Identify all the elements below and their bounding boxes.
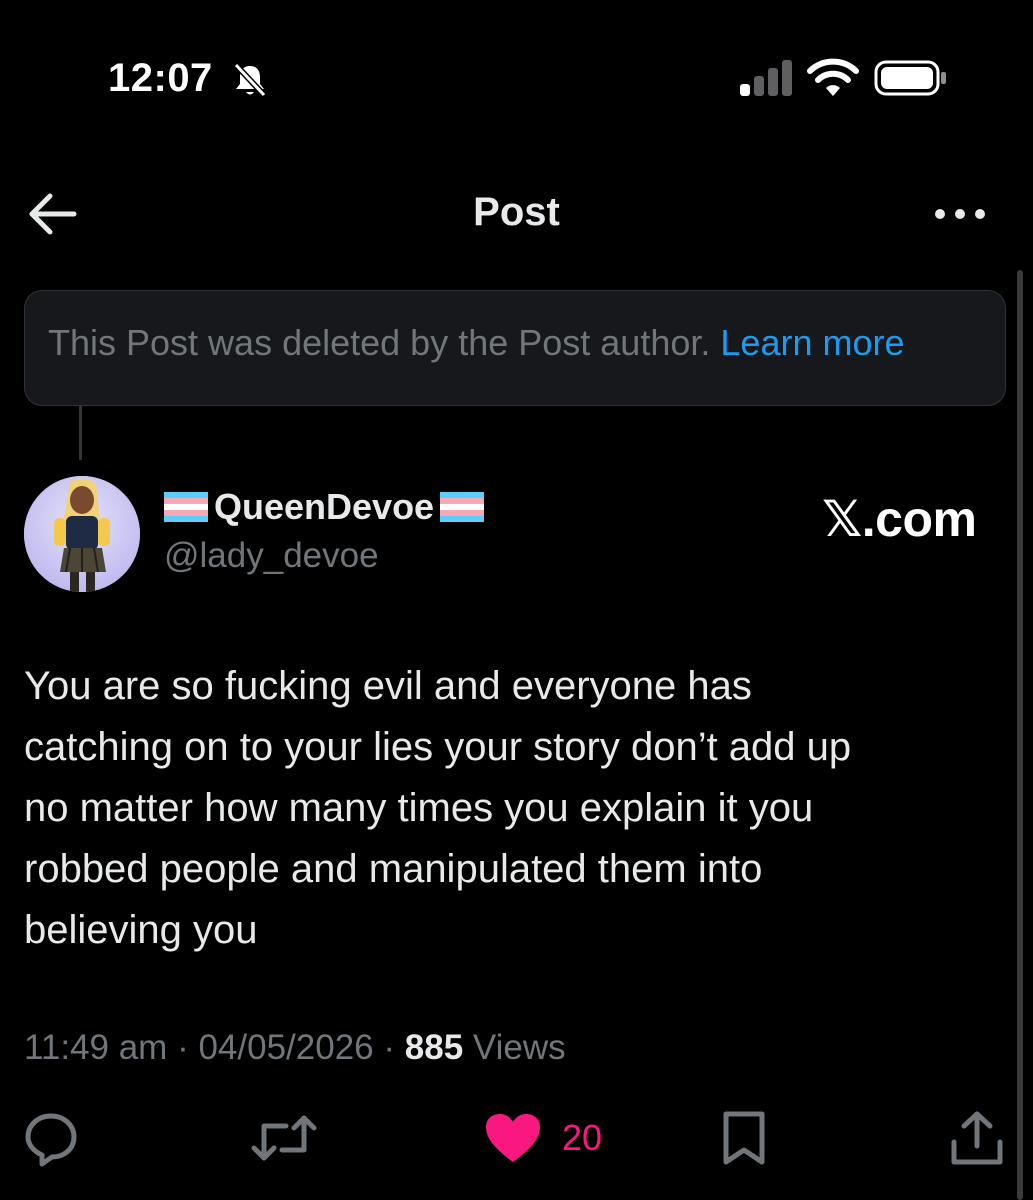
wifi-icon xyxy=(807,58,859,96)
deleted-notice-message: This Post was deleted by the Post author… xyxy=(48,322,711,363)
avatar[interactable] xyxy=(24,476,140,592)
views-count[interactable]: 885 xyxy=(405,1028,463,1067)
post-date[interactable]: 04/05/2026 xyxy=(198,1028,373,1067)
learn-more-link[interactable]: Learn more xyxy=(720,322,904,363)
page-title: Post xyxy=(473,190,560,234)
thread-connector-line xyxy=(79,406,82,460)
reply-icon[interactable] xyxy=(22,1108,80,1168)
bell-slash-icon xyxy=(233,62,267,98)
transgender-flag-icon xyxy=(440,492,485,522)
repost-icon[interactable] xyxy=(250,1108,318,1168)
transgender-flag-icon xyxy=(164,492,208,522)
post-text: You are so fucking evil and everyone has… xyxy=(24,656,1004,961)
post-time[interactable]: 11:49 am xyxy=(24,1028,167,1067)
meta-separator: · xyxy=(383,1028,396,1067)
post-text-line: no matter how many times you explain it … xyxy=(24,786,814,830)
heart-filled-icon xyxy=(486,1114,540,1162)
post-meta: 11:49 am · 04/05/2026 · 885 Views xyxy=(24,1028,566,1068)
share-icon[interactable] xyxy=(948,1108,1006,1168)
status-time: 12:07 xyxy=(108,56,213,100)
author-name-text: QueenDevoe xyxy=(214,486,435,527)
x-com-watermark: 𝕏.com xyxy=(822,491,977,547)
ellipsis-icon[interactable] xyxy=(928,196,992,232)
views-label: Views xyxy=(472,1028,566,1067)
post-text-line: You are so fucking evil and everyone has xyxy=(24,664,752,708)
like-count: 20 xyxy=(562,1117,603,1158)
post-text-line: believing you xyxy=(24,908,258,952)
post-text-line: robbed people and manipulated them into xyxy=(24,847,763,891)
cellular-signal-icon xyxy=(740,60,792,96)
like-button[interactable]: 20 xyxy=(484,1108,624,1168)
author-display-name[interactable]: QueenDevoe xyxy=(164,486,485,528)
scrollbar[interactable] xyxy=(1017,270,1023,1200)
deleted-notice-text: This Post was deleted by the Post author… xyxy=(48,322,905,364)
post-text-line: catching on to your lies your story don’… xyxy=(24,725,852,769)
author-handle[interactable]: @lady_devoe xyxy=(164,536,379,576)
meta-separator: · xyxy=(177,1028,189,1067)
battery-icon xyxy=(874,60,946,96)
bookmark-icon[interactable] xyxy=(716,1108,772,1168)
